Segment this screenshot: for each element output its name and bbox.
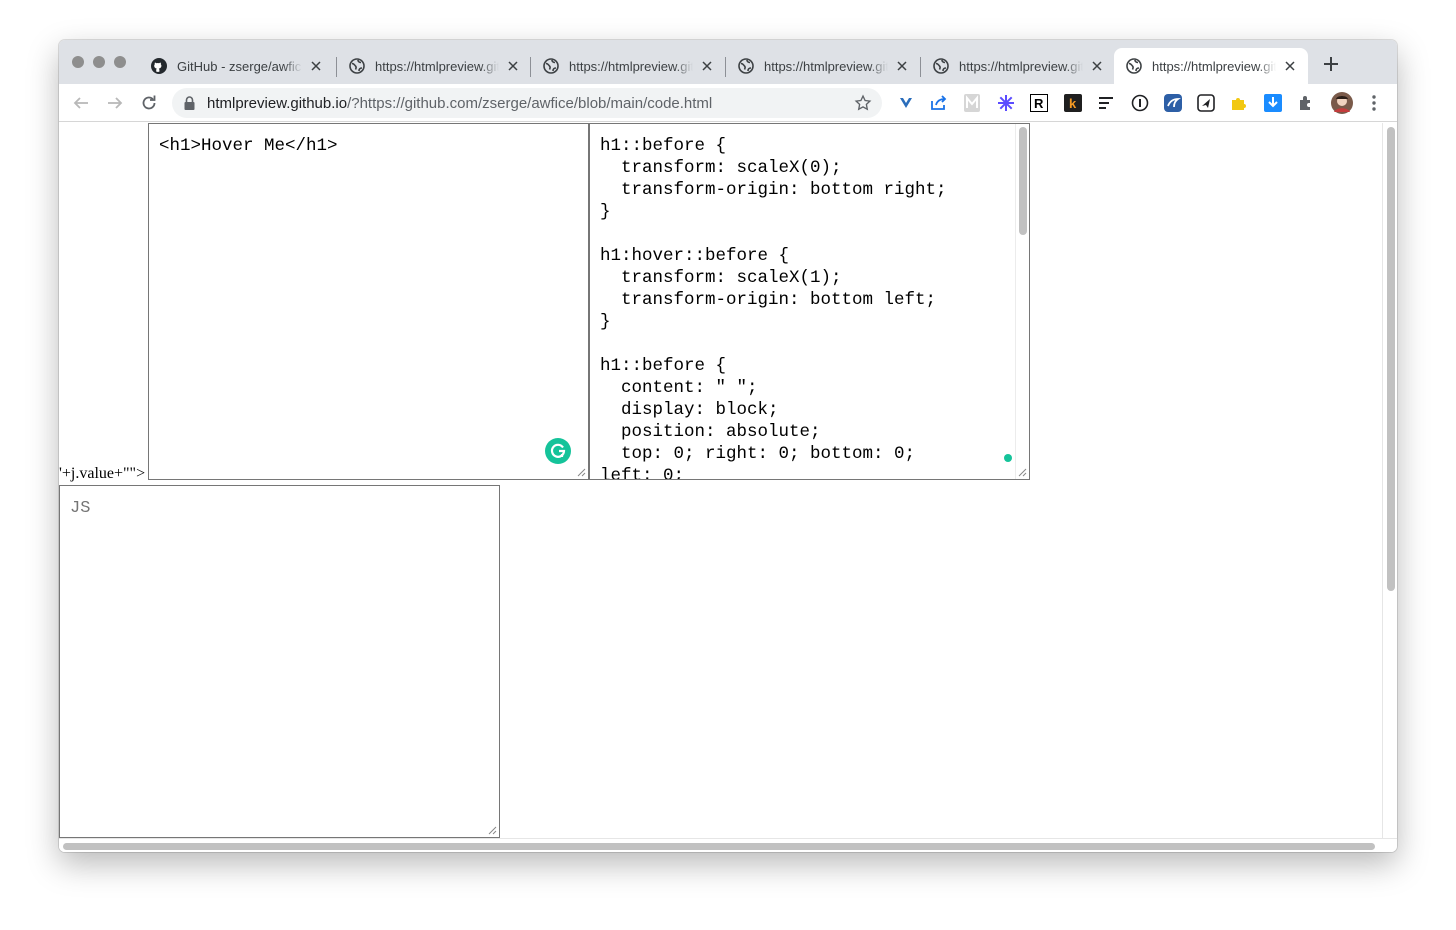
tab-htmlpreview-active[interactable]: https://htmlpreview.github.io [1114, 48, 1308, 84]
tab-title: https://htmlpreview.github.io [375, 58, 500, 74]
svg-text:k: k [1069, 96, 1077, 111]
close-tab-icon[interactable] [699, 58, 715, 74]
js-placeholder: JS [70, 499, 91, 518]
screen-icon[interactable] [1163, 93, 1183, 113]
browser-window: GitHub - zserge/awfice https://htmlprevi… [59, 40, 1397, 852]
close-window-button[interactable] [72, 56, 84, 68]
download-icon[interactable] [1263, 93, 1283, 113]
grammarly-status-dot [1004, 454, 1012, 462]
grammarly-icon[interactable] [545, 438, 571, 464]
css-code: h1::before { transform: scaleX(0); trans… [600, 136, 947, 480]
send-icon[interactable] [1196, 93, 1216, 113]
globe-icon [738, 58, 754, 74]
reload-button[interactable] [139, 93, 159, 113]
globe-icon [543, 58, 559, 74]
minimize-window-button[interactable] [93, 56, 105, 68]
puzzle-piece-icon[interactable] [1229, 93, 1249, 113]
forward-button[interactable] [105, 93, 125, 113]
browser-toolbar: htmlpreview.github.io/?https://github.co… [59, 84, 1397, 122]
tab-title: https://htmlpreview.github.io [764, 58, 889, 74]
tab-htmlpreview-4[interactable]: https://htmlpreview.github.io [921, 48, 1115, 84]
lock-icon[interactable] [184, 96, 195, 115]
css-scrollbar[interactable] [1015, 124, 1029, 479]
globe-icon [1126, 58, 1142, 74]
close-tab-icon[interactable] [308, 58, 324, 74]
tab-title: GitHub - zserge/awfice [177, 58, 303, 74]
bookmark-star-icon[interactable] [854, 94, 872, 117]
k-icon[interactable]: k [1063, 93, 1083, 113]
page-horizontal-scrollbar-thumb[interactable] [63, 843, 1375, 850]
stray-text: '+j.value+""> [59, 465, 146, 482]
tab-htmlpreview-3[interactable]: https://htmlpreview.github.io [726, 48, 920, 84]
more-icon[interactable] [1364, 93, 1384, 113]
js-editor[interactable]: JS [59, 485, 500, 838]
github-icon [151, 58, 167, 74]
close-tab-icon[interactable] [1089, 58, 1105, 74]
tab-strip: GitHub - zserge/awfice https://htmlprevi… [59, 40, 1397, 84]
css-scrollbar-thumb[interactable] [1019, 127, 1027, 235]
svg-text:R: R [1034, 96, 1044, 111]
r-icon[interactable]: R [1029, 93, 1049, 113]
sparkle-icon[interactable] [996, 93, 1016, 113]
css-editor[interactable]: h1::before { transform: scaleX(0); trans… [589, 123, 1030, 480]
resize-handle-icon[interactable] [1018, 468, 1027, 477]
address-bar[interactable]: htmlpreview.github.io/?https://github.co… [172, 88, 882, 118]
url-host: htmlpreview.github.io [207, 95, 348, 112]
extensions-icon[interactable] [1296, 93, 1316, 113]
page-horizontal-scrollbar[interactable] [59, 838, 1397, 852]
html-editor[interactable]: <h1>Hover Me</h1> [148, 123, 589, 480]
close-tab-icon[interactable] [505, 58, 521, 74]
page-vertical-scrollbar-thumb[interactable] [1387, 127, 1395, 591]
tab-htmlpreview-1[interactable]: https://htmlpreview.github.io [337, 48, 531, 84]
tab-title: https://htmlpreview.github.io [959, 58, 1084, 74]
zoom-window-button[interactable] [114, 56, 126, 68]
back-button[interactable] [71, 93, 91, 113]
resize-handle-icon[interactable] [577, 468, 586, 477]
url-text: htmlpreview.github.io/?https://github.co… [207, 95, 712, 112]
globe-icon [349, 58, 365, 74]
tab-title: https://htmlpreview.github.io [1152, 58, 1277, 74]
close-tab-icon[interactable] [1282, 58, 1298, 74]
reader-icon[interactable] [1096, 93, 1116, 113]
page-content: '+j.value+""> <h1>Hover Me</h1> h1::befo… [59, 123, 1382, 852]
feedly-icon[interactable] [896, 93, 916, 113]
resize-handle-icon[interactable] [488, 826, 497, 835]
tab-title: https://htmlpreview.github.io [569, 58, 694, 74]
tab-htmlpreview-2[interactable]: https://htmlpreview.github.io [531, 48, 725, 84]
new-tab-button[interactable] [1321, 54, 1341, 74]
close-tab-icon[interactable] [894, 58, 910, 74]
tab-github[interactable]: GitHub - zserge/awfice [139, 48, 334, 84]
html-code: <h1>Hover Me</h1> [159, 136, 338, 156]
markdown-icon[interactable] [962, 93, 982, 113]
share-icon[interactable] [929, 93, 949, 113]
info-icon[interactable] [1130, 93, 1150, 113]
globe-icon [933, 58, 949, 74]
url-path: /?https://github.com/zserge/awfice/blob/… [347, 95, 713, 112]
page-vertical-scrollbar[interactable] [1382, 123, 1397, 838]
avatar[interactable] [1331, 92, 1353, 114]
